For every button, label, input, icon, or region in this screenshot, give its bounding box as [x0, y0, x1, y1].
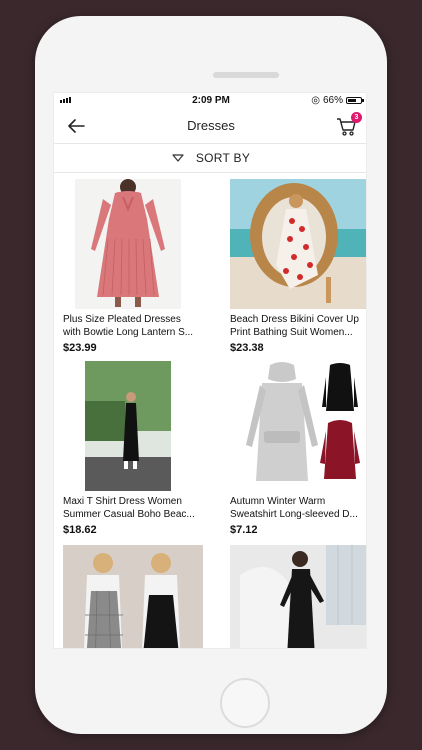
product-title-line1[interactable]: Plus Size Pleated Dresses: [63, 313, 203, 326]
status-bar: 2:09 PM ◎ 66%: [54, 93, 366, 109]
product-image[interactable]: [63, 545, 203, 648]
triangle-down-icon: [172, 154, 184, 162]
product-price: $23.38: [230, 342, 264, 354]
product-price: $18.62: [63, 524, 97, 536]
product-title-line2[interactable]: Print Bathing Suit Women...: [230, 326, 366, 339]
product-image[interactable]: [230, 361, 366, 491]
product-title-line2[interactable]: with Bowtie Long Lantern S...: [63, 326, 203, 339]
product-title-line1[interactable]: Autumn Winter Warm: [230, 495, 366, 508]
product-title-line1[interactable]: Maxi T Shirt Dress Women: [63, 495, 203, 508]
battery-icon: [346, 97, 364, 104]
phone-speaker: [213, 72, 279, 78]
black-maxi-dress-image: [63, 361, 203, 491]
product-title-line1[interactable]: Beach Dress Bikini Cover Up: [230, 313, 366, 326]
product-title-line2[interactable]: Sweatshirt Long-sleeved D...: [230, 508, 366, 521]
nav-bar: Dresses 3: [54, 109, 366, 144]
product-card[interactable]: Maxi T Shirt Dress Women Summer Casual B…: [63, 361, 203, 536]
product-image[interactable]: [63, 179, 203, 309]
product-card[interactable]: [230, 545, 366, 648]
cart-count-badge: 3: [351, 112, 362, 123]
product-card[interactable]: [63, 545, 203, 648]
product-image[interactable]: [230, 179, 366, 309]
product-image[interactable]: [63, 361, 203, 491]
pink-pleated-dress-image: [75, 179, 181, 309]
battery-fill: [348, 99, 356, 102]
pinafore-dress-image: [63, 545, 203, 648]
page-title: Dresses: [187, 118, 235, 133]
home-button[interactable]: [220, 678, 270, 728]
app-screen: 2:09 PM ◎ 66% Dresses 3 SORT BY Plus Siz…: [53, 92, 367, 649]
product-card[interactable]: Autumn Winter Warm Sweatshirt Long-sleev…: [230, 361, 366, 536]
product-price: $23.99: [63, 342, 97, 354]
sort-by-button[interactable]: SORT BY: [54, 144, 366, 173]
hoodie-dress-image: [230, 361, 366, 491]
product-image[interactable]: [230, 545, 366, 648]
product-price: $7.12: [230, 524, 258, 536]
battery-percent: 66%: [322, 95, 343, 106]
status-right: ◎ 66%: [311, 95, 364, 106]
beach-dress-image: [230, 179, 366, 309]
orientation-lock-icon: ◎: [311, 95, 320, 106]
product-card[interactable]: Beach Dress Bikini Cover Up Print Bathin…: [230, 179, 366, 354]
product-card[interactable]: Plus Size Pleated Dresses with Bowtie Lo…: [63, 179, 203, 354]
black-knit-dress-image: [230, 545, 366, 648]
product-title-line2[interactable]: Summer Casual Boho Beac...: [63, 508, 203, 521]
sort-label: SORT BY: [195, 151, 251, 165]
